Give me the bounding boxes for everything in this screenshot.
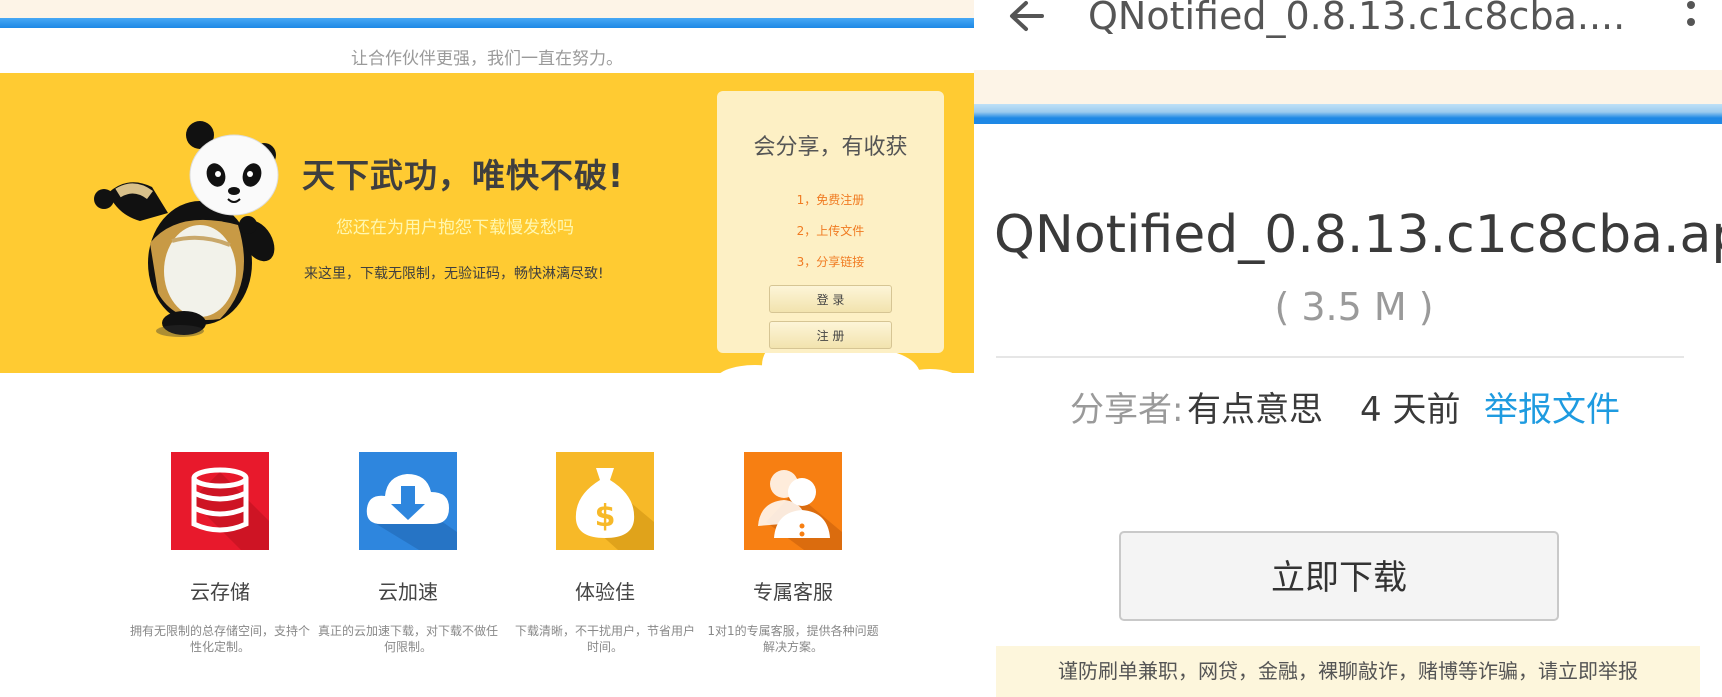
feature-cloud-storage: 云存储 拥有无限制的总存储空间，支持个性化定制。 — [130, 452, 310, 655]
share-time: 4 天前 — [1360, 390, 1461, 430]
top-blue-stripe — [0, 18, 974, 28]
top-cream-band — [0, 0, 974, 18]
feature-customer-service: 专属客服 1对1的专属客服，提供各种问题解决方案。 — [703, 452, 883, 655]
share-box-title: 会分享，有收获 — [753, 135, 908, 160]
share-box: 会分享，有收获 1，免费注册 2，上传文件 3，分享链接 登 录 注 册 — [717, 91, 944, 353]
register-button[interactable]: 注 册 — [769, 321, 892, 349]
feature-experience: $ 体验佳 下载清晰，不干扰用户，节省用户时间。 — [515, 452, 695, 655]
back-arrow-icon[interactable] — [1006, 0, 1046, 36]
more-vertical-icon[interactable] — [1686, 0, 1696, 36]
feature-title: 云存储 — [190, 580, 250, 604]
report-file-link[interactable]: 举报文件 — [1484, 382, 1620, 431]
tagline: 让合作伙伴更强，我们一直在努力。 — [351, 49, 623, 69]
database-icon — [171, 452, 269, 550]
file-size: ( 3.5 M ) — [1274, 285, 1434, 329]
feature-desc: 拥有无限制的总存储空间，支持个性化定制。 — [130, 624, 311, 654]
divider — [996, 356, 1684, 358]
feature-desc: 下载清晰，不干扰用户，节省用户时间。 — [515, 624, 696, 654]
left-webpage-panel: 让合作伙伴更强，我们一直在努力。 天下武功，唯快不破! 您还在为用户抱怨下载慢发… — [0, 0, 974, 697]
share-step-link: 3，分享链接 — [796, 255, 865, 269]
slogan-description: 来这里，下载无限制，无验证码，畅快淋漓尽致! — [304, 266, 604, 282]
feature-cloud-speed: 云加速 真正的云加速下载，对下载不做任何限制。 — [318, 452, 498, 655]
page-cream-band — [974, 70, 1722, 104]
slogan-title: 天下武功，唯快不破! — [302, 156, 625, 195]
download-now-button[interactable]: 立即下载 — [1119, 531, 1559, 621]
fraud-warning-banner: 谨防刷单兼职，网贷，金融，裸聊敲诈，赌博等诈骗，请立即举报 — [996, 646, 1700, 697]
panda-mascot-icon — [94, 121, 279, 337]
file-name: QNotified_0.8.13.c1c8cba.apk — [994, 205, 1722, 265]
right-mobile-panel: QNotified_0.8.13.c1c8cba.... QNotified_0… — [974, 0, 1722, 697]
cloud-download-icon — [359, 452, 457, 550]
feature-title: 专属客服 — [753, 580, 833, 604]
feature-title: 体验佳 — [575, 580, 635, 604]
share-step-register: 1，免费注册 — [796, 193, 865, 207]
svg-text:$: $ — [595, 499, 616, 534]
sharer-name: 有点意思 — [1187, 390, 1323, 430]
slogan-subtitle: 您还在为用户抱怨下载慢发愁吗 — [336, 218, 574, 238]
app-bar: QNotified_0.8.13.c1c8cba.... — [974, 0, 1722, 70]
customer-service-icon — [744, 452, 842, 550]
feature-desc: 1对1的专属客服，提供各种问题解决方案。 — [707, 624, 879, 654]
login-button[interactable]: 登 录 — [769, 285, 892, 313]
feature-desc: 真正的云加速下载，对下载不做任何限制。 — [318, 624, 499, 654]
page-blue-stripe — [974, 104, 1722, 124]
hero-banner: 天下武功，唯快不破! 您还在为用户抱怨下载慢发愁吗 来这里，下载无限制，无验证码… — [0, 73, 974, 373]
money-bag-icon: $ — [556, 452, 654, 550]
sharer-label: 分享者: — [1070, 390, 1184, 430]
feature-title: 云加速 — [378, 580, 438, 604]
share-step-upload: 2，上传文件 — [796, 224, 865, 238]
app-title: QNotified_0.8.13.c1c8cba.... — [1088, 0, 1626, 38]
